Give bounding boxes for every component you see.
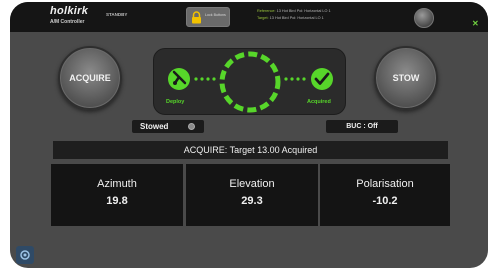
azimuth-panel: Azimuth 19.8	[51, 164, 183, 226]
stowed-indicator: Stowed	[132, 120, 204, 133]
elevation-label: Elevation	[229, 178, 275, 190]
acquired-label: Acquired	[307, 99, 331, 105]
status-message: ACQUIRE: Target 13.00 Acquired	[53, 141, 448, 159]
settings-icon[interactable]	[16, 246, 34, 264]
brand-logo: holkirk	[50, 5, 89, 17]
polarisation-label: Polarisation	[356, 178, 414, 190]
reference-target-info: Reference: 13 Hot Bird Pol: Horizontal L…	[257, 8, 331, 22]
status-graphic	[168, 51, 333, 113]
top-bar: holkirk A/M Controller STANDBY Lock Butt…	[10, 2, 488, 32]
stow-button[interactable]: STOW	[374, 46, 438, 110]
polarisation-panel: Polarisation -10.2	[320, 164, 450, 226]
connector-dots-left	[194, 77, 216, 81]
stowed-label: Stowed	[140, 122, 169, 131]
app-subtitle: A/M Controller	[50, 19, 85, 25]
acquired-check-icon	[311, 68, 333, 90]
lock-icon	[192, 11, 201, 24]
mode-status: STANDBY	[106, 12, 128, 17]
connector-dots-right	[284, 77, 306, 81]
status-panel: Deploy Acquired	[153, 48, 346, 115]
target-label: Target:	[257, 16, 269, 20]
user-avatar[interactable]	[414, 8, 434, 28]
deploy-label: Deploy	[166, 99, 185, 105]
controller-window: holkirk A/M Controller STANDBY Lock Butt…	[10, 2, 488, 268]
elevation-value: 29.3	[241, 195, 263, 207]
close-icon[interactable]: ✕	[472, 19, 479, 28]
azimuth-label: Azimuth	[97, 178, 137, 190]
reference-value: 13 Hot Bird Pol: Horizontal LO 1	[276, 9, 331, 13]
stowed-status-dot	[188, 123, 195, 130]
deploy-icon	[168, 68, 190, 90]
polarisation-value: -10.2	[372, 195, 398, 207]
target-value: 13 Hot Bird Pol: Horizontal LO 1	[269, 16, 324, 20]
lock-buttons-button[interactable]: Lock Buttons	[186, 7, 230, 27]
acquire-button[interactable]: ACQUIRE	[58, 46, 122, 110]
reference-label: Reference:	[257, 9, 276, 13]
lock-buttons-label: Lock Buttons	[205, 13, 226, 17]
buc-indicator: BUC : Off	[326, 120, 398, 133]
elevation-panel: Elevation 29.3	[186, 164, 318, 226]
azimuth-value: 19.8	[106, 195, 128, 207]
progress-ring	[219, 51, 281, 113]
